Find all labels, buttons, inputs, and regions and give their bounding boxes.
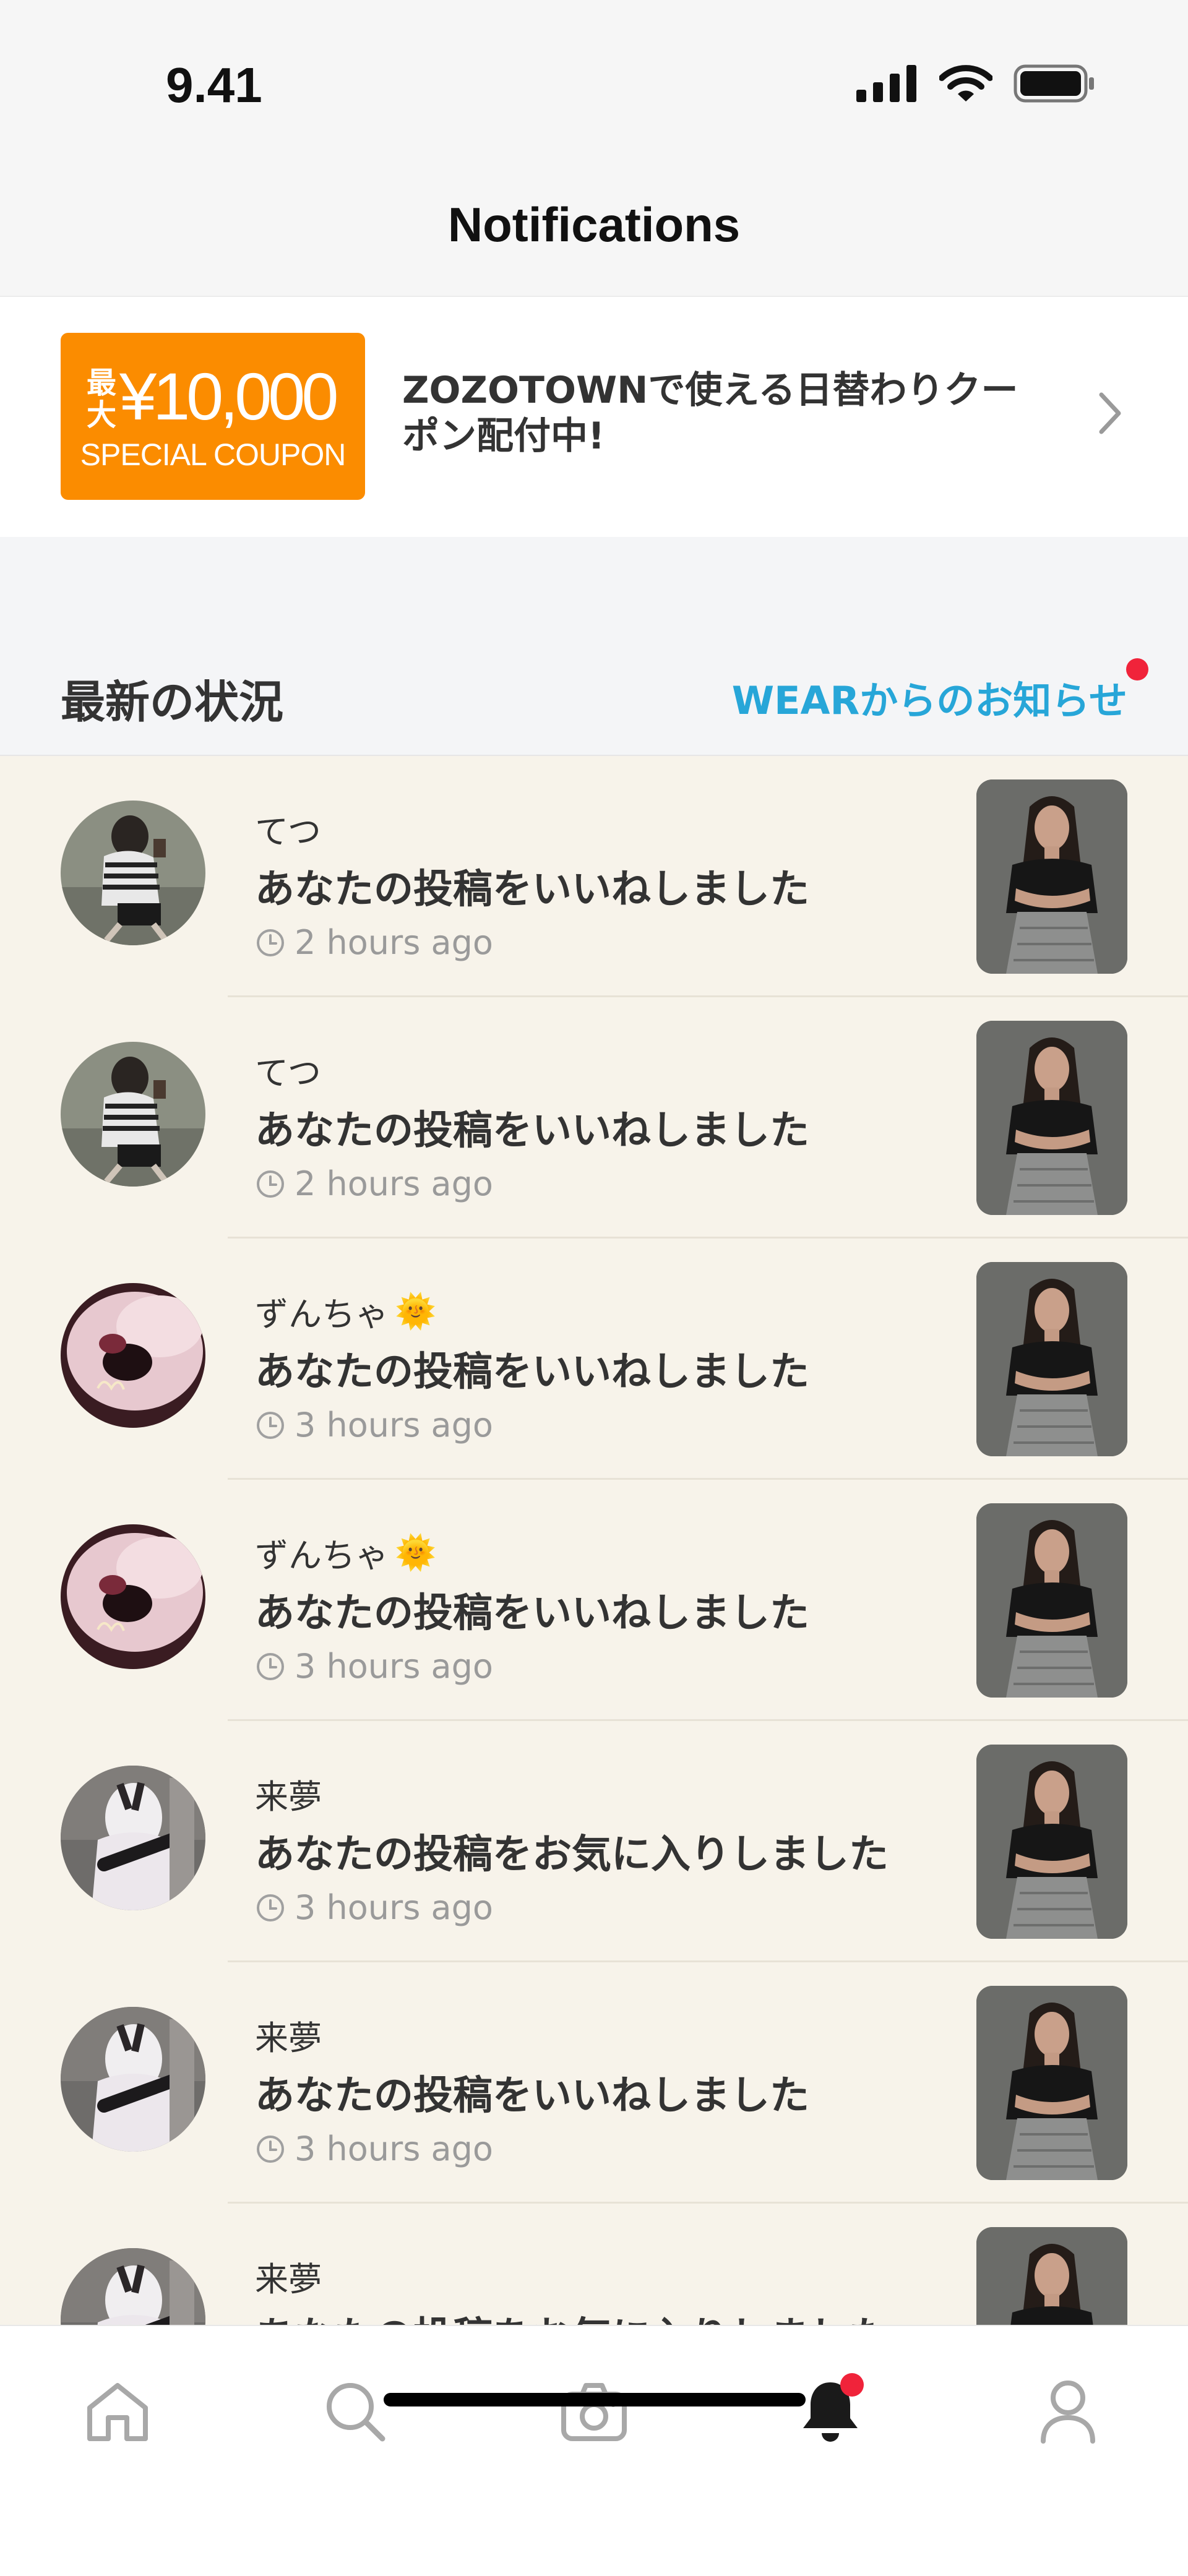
notification-time: 3 hours ago xyxy=(255,1406,493,1445)
notification-time: 3 hours ago xyxy=(255,1647,493,1686)
tab-camera[interactable] xyxy=(551,2368,637,2455)
notification-badge-dot xyxy=(840,2373,864,2397)
user-name-text: 来夢 xyxy=(255,2019,322,2058)
top-area: 9.41 Notifications xyxy=(0,0,1188,296)
search-icon xyxy=(327,2383,385,2442)
post-thumbnail[interactable] xyxy=(976,779,1127,974)
tab-profile[interactable] xyxy=(1025,2368,1111,2455)
post-thumbnail[interactable] xyxy=(976,1021,1127,1215)
coupon-subtitle: SPECIAL COUPON xyxy=(80,437,346,472)
camera-icon xyxy=(561,2383,627,2441)
notification-message: あなたの投稿をお気に入りしました xyxy=(255,1832,889,1878)
user-name[interactable]: ずんちゃ 🌞 xyxy=(255,1287,436,1336)
user-name-text: てつ xyxy=(255,1054,321,1093)
notification-time: 2 hours ago xyxy=(255,1164,493,1203)
user-name-text: ずんちゃ xyxy=(255,1536,389,1575)
notification-time: 3 hours ago xyxy=(255,1888,493,1927)
user-name-text: 来夢 xyxy=(255,2260,322,2299)
user-name[interactable]: 来夢 xyxy=(255,2252,328,2301)
avatar[interactable] xyxy=(61,1766,205,1910)
notification-row[interactable]: てつ あなたの投稿をいいねしました 2 hours ago xyxy=(0,997,1188,1239)
clock-icon xyxy=(257,2135,284,2163)
user-name-text: ずんちゃ xyxy=(255,1295,389,1334)
user-name[interactable]: 来夢 xyxy=(255,2011,328,2059)
section-title: 最新の状況 xyxy=(61,676,284,728)
coupon-banner[interactable]: 最大 ¥10,000 SPECIAL COUPON ZOZOTOWNで使える日替… xyxy=(0,296,1188,539)
notification-row[interactable]: ずんちゃ 🌞 あなたの投稿をいいねしました 3 hours ago xyxy=(0,1480,1188,1721)
notification-time: 3 hours ago xyxy=(255,2129,493,2168)
wear-news-link[interactable]: WEARからのお知らせ xyxy=(732,669,1127,725)
clock-icon xyxy=(257,1894,284,1921)
page-title: Notifications xyxy=(447,197,741,252)
home-icon xyxy=(87,2383,148,2441)
clock-icon xyxy=(257,1411,284,1439)
notification-row[interactable]: てつ あなたの投稿をいいねしました 2 hours ago xyxy=(0,756,1188,997)
notification-list: てつ あなたの投稿をいいねしました 2 hours ago てつ あなたの投稿を… xyxy=(0,756,1188,2445)
banner-text: ZOZOTOWNで使える日替わりクーポン配付中! xyxy=(402,369,1018,458)
time-text: 2 hours ago xyxy=(295,1164,493,1203)
wifi-icon xyxy=(939,65,992,101)
tab-search[interactable] xyxy=(312,2368,398,2455)
clock-icon xyxy=(257,929,284,956)
time-text: 2 hours ago xyxy=(295,923,493,962)
time-text: 3 hours ago xyxy=(295,1888,493,1927)
user-name-emoji: 🌞 xyxy=(395,1532,437,1572)
user-name-text: てつ xyxy=(255,812,321,851)
user-name[interactable]: てつ xyxy=(255,804,327,853)
notification-row[interactable]: 来夢 あなたの投稿をいいねしました 3 hours ago xyxy=(0,1962,1188,2204)
time-text: 3 hours ago xyxy=(295,1406,493,1445)
tab-bar xyxy=(0,2325,1188,2576)
status-icons xyxy=(856,64,1095,103)
news-badge-dot xyxy=(1126,658,1148,680)
status-time: 9.41 xyxy=(166,58,262,113)
post-thumbnail[interactable] xyxy=(976,1262,1127,1456)
user-name[interactable]: てつ xyxy=(255,1045,327,1094)
notification-message: あなたの投稿をいいねしました xyxy=(255,2073,809,2119)
user-name-emoji: 🌞 xyxy=(395,1291,437,1331)
notification-time: 2 hours ago xyxy=(255,923,493,962)
clock-icon xyxy=(257,1652,284,1680)
post-thumbnail[interactable] xyxy=(976,1503,1127,1698)
avatar[interactable] xyxy=(61,1042,205,1187)
tab-notifications[interactable] xyxy=(787,2368,874,2455)
cellular-signal-icon xyxy=(856,65,916,102)
user-name[interactable]: ずんちゃ 🌞 xyxy=(255,1528,436,1577)
home-indicator xyxy=(384,2393,806,2406)
tab-home[interactable] xyxy=(74,2368,161,2455)
notification-row[interactable]: 来夢 あなたの投稿をお気に入りしました 3 hours ago xyxy=(0,1721,1188,1962)
notification-message: あなたの投稿をいいねしました xyxy=(255,1591,809,1636)
avatar[interactable] xyxy=(61,1524,205,1669)
coupon-max-label: 最大 xyxy=(87,367,117,432)
avatar[interactable] xyxy=(61,1283,205,1428)
notification-message: あなたの投稿をいいねしました xyxy=(255,1349,809,1395)
notification-row[interactable]: ずんちゃ 🌞 あなたの投稿をいいねしました 3 hours ago xyxy=(0,1239,1188,1480)
user-name[interactable]: 来夢 xyxy=(255,1769,328,1818)
profile-icon xyxy=(1041,2381,1095,2444)
notification-message: あなたの投稿をいいねしました xyxy=(255,867,809,912)
coupon-amount: ¥10,000 xyxy=(119,359,338,434)
notification-message: あなたの投稿をいいねしました xyxy=(255,1108,809,1154)
clock-icon xyxy=(257,1170,284,1198)
post-thumbnail[interactable] xyxy=(976,1986,1127,2180)
post-thumbnail[interactable] xyxy=(976,1745,1127,1939)
avatar[interactable] xyxy=(61,2007,205,2152)
coupon-image: 最大 ¥10,000 SPECIAL COUPON xyxy=(61,333,365,500)
section-header: 最新の状況 WEARからのお知らせ xyxy=(0,537,1188,756)
time-text: 3 hours ago xyxy=(295,1647,493,1686)
user-name-text: 来夢 xyxy=(255,1777,322,1816)
avatar[interactable] xyxy=(61,801,205,945)
battery-icon xyxy=(1014,64,1094,103)
time-text: 3 hours ago xyxy=(295,2129,493,2168)
chevron-right-icon xyxy=(1099,392,1121,434)
